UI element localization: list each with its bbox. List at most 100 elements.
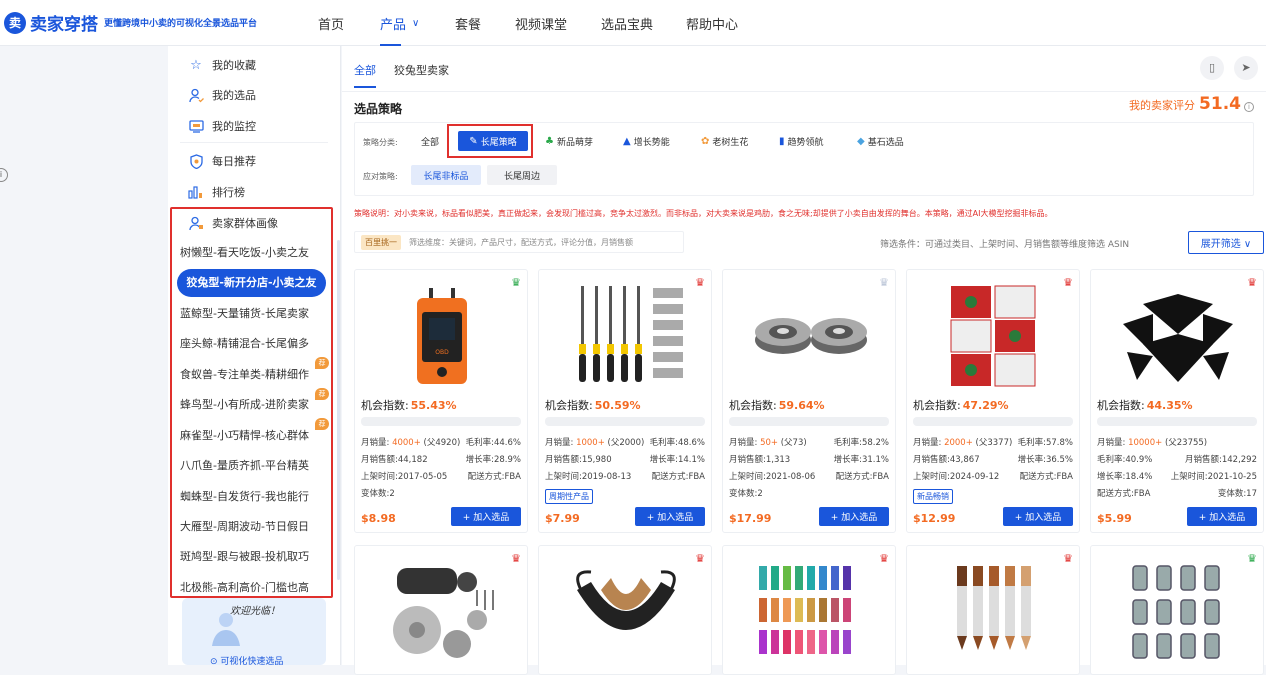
opportunity-index: 机会指数: 55.43% [361,399,457,412]
product-card[interactable]: ♛ 机会指数: 50.59% 月销量: 1000+ (父2000) 毛利率:48.… [538,269,712,533]
sidebar-scrollbar[interactable] [337,240,340,580]
main-content: 全部 狡兔型卖家 ▯ ➤ 选品策略 我的卖家评分 51.4 i 策略分类: 全部… [342,46,1266,675]
sidebar-item-my-selection[interactable]: 我的选品 [188,85,256,105]
add-to-selection-button[interactable]: + 加入选品 [1003,507,1073,526]
strategy-trend[interactable]: ▮ 趋势领航 [779,131,824,151]
monitor-icon [188,118,204,134]
product-image [576,570,676,630]
logo[interactable]: 卖 卖家穿搭 更懂跨境中小卖的可视化全景选品平台 [4,10,304,35]
score-label: 我的卖家评分 [1129,99,1196,112]
monthly-revenue: 月销售额:142,292 [1184,455,1257,465]
promo-link[interactable]: ⊙ 可视化快速选品 [210,654,283,667]
price: $17.99 [729,512,772,525]
crown-icon: ♛ [879,276,889,289]
fulfillment: 配送方式:FBA [1019,472,1073,482]
product-card[interactable]: ♛ 机会指数: 44.35% 月销量: 10000+ (父23755) 毛利率:4… [1090,269,1264,533]
response-long-tail-peripheral[interactable]: 长尾周边 [487,165,557,185]
book-icon[interactable]: ▯ [1200,56,1224,80]
star-icon: ☆ [190,57,202,73]
filter-conditions-field[interactable]: 筛选条件：可通过类目、上架时间、月销售额等维度筛选 ASIN [872,232,1182,254]
sprout-icon: ♣ [545,135,554,147]
nav-help-center[interactable]: 帮助中心 [686,0,738,46]
sidebar-item-label: 每日推荐 [212,155,256,168]
price: $5.99 [1097,512,1132,525]
product-card[interactable]: ♛ [538,545,712,675]
product-card[interactable]: ♛ [354,545,528,675]
flower-tree-icon: ✿ [701,135,710,147]
top-navbar: 卖 卖家穿搭 更懂跨境中小卖的可视化全景选品平台 首页 产品 ∨ 套餐 视频课堂 … [0,0,1266,46]
strategy-old-tree[interactable]: ✿ 老树生花 [701,131,748,151]
crown-icon: ♛ [695,552,705,565]
price: $12.99 [913,512,956,525]
nav-video-class[interactable]: 视频课堂 [515,0,567,46]
growth-rate: 增长率:36.5% [1017,455,1073,465]
sidebar-item-daily[interactable]: 每日推荐 [188,151,256,171]
opportunity-index: 机会指数: 50.59% [545,399,641,412]
sidebar-item-label: 我的收藏 [212,59,256,72]
fulfillment: 配送方式:FBA [835,472,889,482]
opportunity-index: 机会指数: 44.35% [1097,399,1193,412]
send-icon[interactable]: ➤ [1234,56,1258,80]
nav-selection-guide[interactable]: 选品宝典 [601,0,653,46]
listing-date: 上架时间:2019-08-13 [545,472,632,482]
nav-plans[interactable]: 套餐 [455,0,481,46]
trend-icon: ▮ [779,135,785,147]
strategy-label: 策略分类: [363,138,398,147]
product-image [759,566,851,654]
expand-filter-button[interactable]: 展开筛选 ∨ [1188,231,1264,254]
product-card[interactable]: ♛ 机会指数: 47.29% 月销量: 2000+ (父3377) 毛利率:57.… [906,269,1080,533]
nav-home[interactable]: 首页 [318,0,344,46]
blurred-title [361,417,521,426]
sidebar-item-favorites[interactable]: ☆ 我的收藏 [188,55,256,75]
fulfillment: 配送方式:FBA [651,472,705,482]
strategy-all[interactable]: 全部 [421,131,439,151]
crown-icon: ♛ [511,276,521,289]
growth-rate: 增长率:31.1% [833,455,889,465]
monthly-sales: 月销量: 2000+ (父3377) [913,438,1013,448]
sidebar-item-monitor[interactable]: 我的监控 [188,116,256,136]
strategy-note: 策略说明：对小卖来说，标品看似肥美，真正做起来，会发现门槛过高，竞争太过激烈。而… [354,209,1053,218]
product-card[interactable]: ♛ [906,545,1080,675]
fulfillment: 配送方式:FBA [467,472,521,482]
seller-score: 我的卖家评分 51.4 i [1129,94,1254,114]
response-long-tail-nonstandard[interactable]: 长尾非标品 [411,165,481,185]
product-image [1132,565,1220,659]
shield-icon [188,153,204,169]
collapse-icon[interactable]: i [0,168,8,182]
logo-slogan: 更懂跨境中小卖的可视化全景选品平台 [104,19,258,29]
gross-margin: 毛利率:57.8% [1017,438,1073,448]
product-card[interactable]: ♛ [1090,545,1264,675]
blurred-title [729,417,889,426]
add-to-selection-button[interactable]: + 加入选品 [635,507,705,526]
strategy-growth[interactable]: ▲ 增长势能 [623,131,670,151]
score-value: 51.4 [1199,94,1241,114]
welcome-promo[interactable]: 欢迎光临！ ⊙ 可视化快速选品 [182,598,326,667]
product-card[interactable]: ♛ [722,545,896,675]
opportunity-index: 机会指数: 59.64% [729,399,825,412]
tab-all[interactable]: 全部 [354,62,376,88]
product-card[interactable]: ♛ OBD 机会指数: 55.43% 月销量: 4000+ (父4920) 毛利率… [354,269,528,533]
crown-icon: ♛ [695,276,705,289]
diamond-icon: ◆ [857,135,865,147]
strategy-cornerstone[interactable]: ◆ 基石选品 [857,131,904,151]
product-tag: 周期性产品 [545,489,593,504]
crown-icon: ♛ [1247,276,1257,289]
growth-rate: 增长率:18.4% [1097,472,1153,482]
gross-margin: 毛利率:58.2% [833,438,889,448]
add-to-selection-button[interactable]: + 加入选品 [451,507,521,526]
monthly-sales: 月销量: 1000+ (父2000) [545,438,645,448]
crown-icon: ♛ [511,552,521,565]
sidebar-item-ranking[interactable]: 排行榜 [188,182,245,202]
user-select-icon [188,87,204,103]
strategy-new-sprout[interactable]: ♣ 新品萌芽 [545,131,593,151]
product-card[interactable]: ♛ 机会指数: 59.64% 月销量: 50+ (父73) 毛利率:58.2% 月… [722,269,896,533]
nav-products[interactable]: 产品 ∨ [380,0,419,46]
info-icon[interactable]: i [1244,102,1254,112]
add-to-selection-button[interactable]: + 加入选品 [819,507,889,526]
tab-rabbit-seller[interactable]: 狡兔型卖家 [394,62,449,78]
product-tag: 新品畅销 [913,489,953,504]
variants: 变体数:2 [361,489,395,499]
blurred-title [1097,417,1257,426]
section-title: 选品策略 [354,102,403,116]
add-to-selection-button[interactable]: + 加入选品 [1187,507,1257,526]
